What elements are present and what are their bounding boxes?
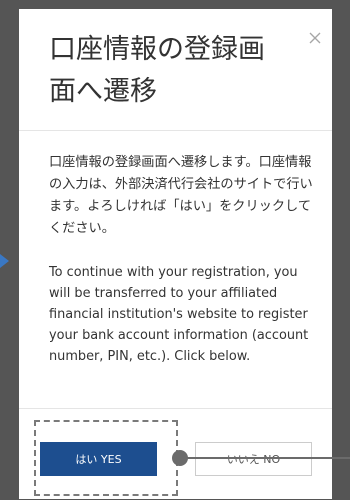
yes-button[interactable]: はい YES bbox=[40, 442, 157, 476]
dialog-message-japanese: 口座情報の登録画面へ遷移します。口座情報の入力は、外部決済代行会社のサイトで行い… bbox=[49, 155, 313, 236]
no-button[interactable]: いいえ NO bbox=[195, 442, 312, 476]
chevron-right-icon bbox=[0, 254, 9, 268]
annotation-callout-line bbox=[181, 457, 350, 459]
dialog-title: 口座情報の登録画面へ遷移 bbox=[49, 34, 265, 107]
close-icon[interactable] bbox=[308, 30, 322, 44]
dialog-body: 口座情報の登録画面へ遷移します。口座情報の入力は、外部決済代行会社のサイトで行い… bbox=[49, 152, 315, 367]
dialog-header: 口座情報の登録画面へ遷移 bbox=[19, 9, 332, 131]
close-icon-graphic bbox=[309, 32, 321, 44]
annotation-callout-dot bbox=[172, 450, 188, 466]
dialog-message-english: To continue with your registration, you … bbox=[49, 265, 309, 364]
confirm-dialog: 口座情報の登録画面へ遷移 口座情報の登録画面へ遷移します。口座情報の入力は、外部… bbox=[19, 9, 332, 499]
